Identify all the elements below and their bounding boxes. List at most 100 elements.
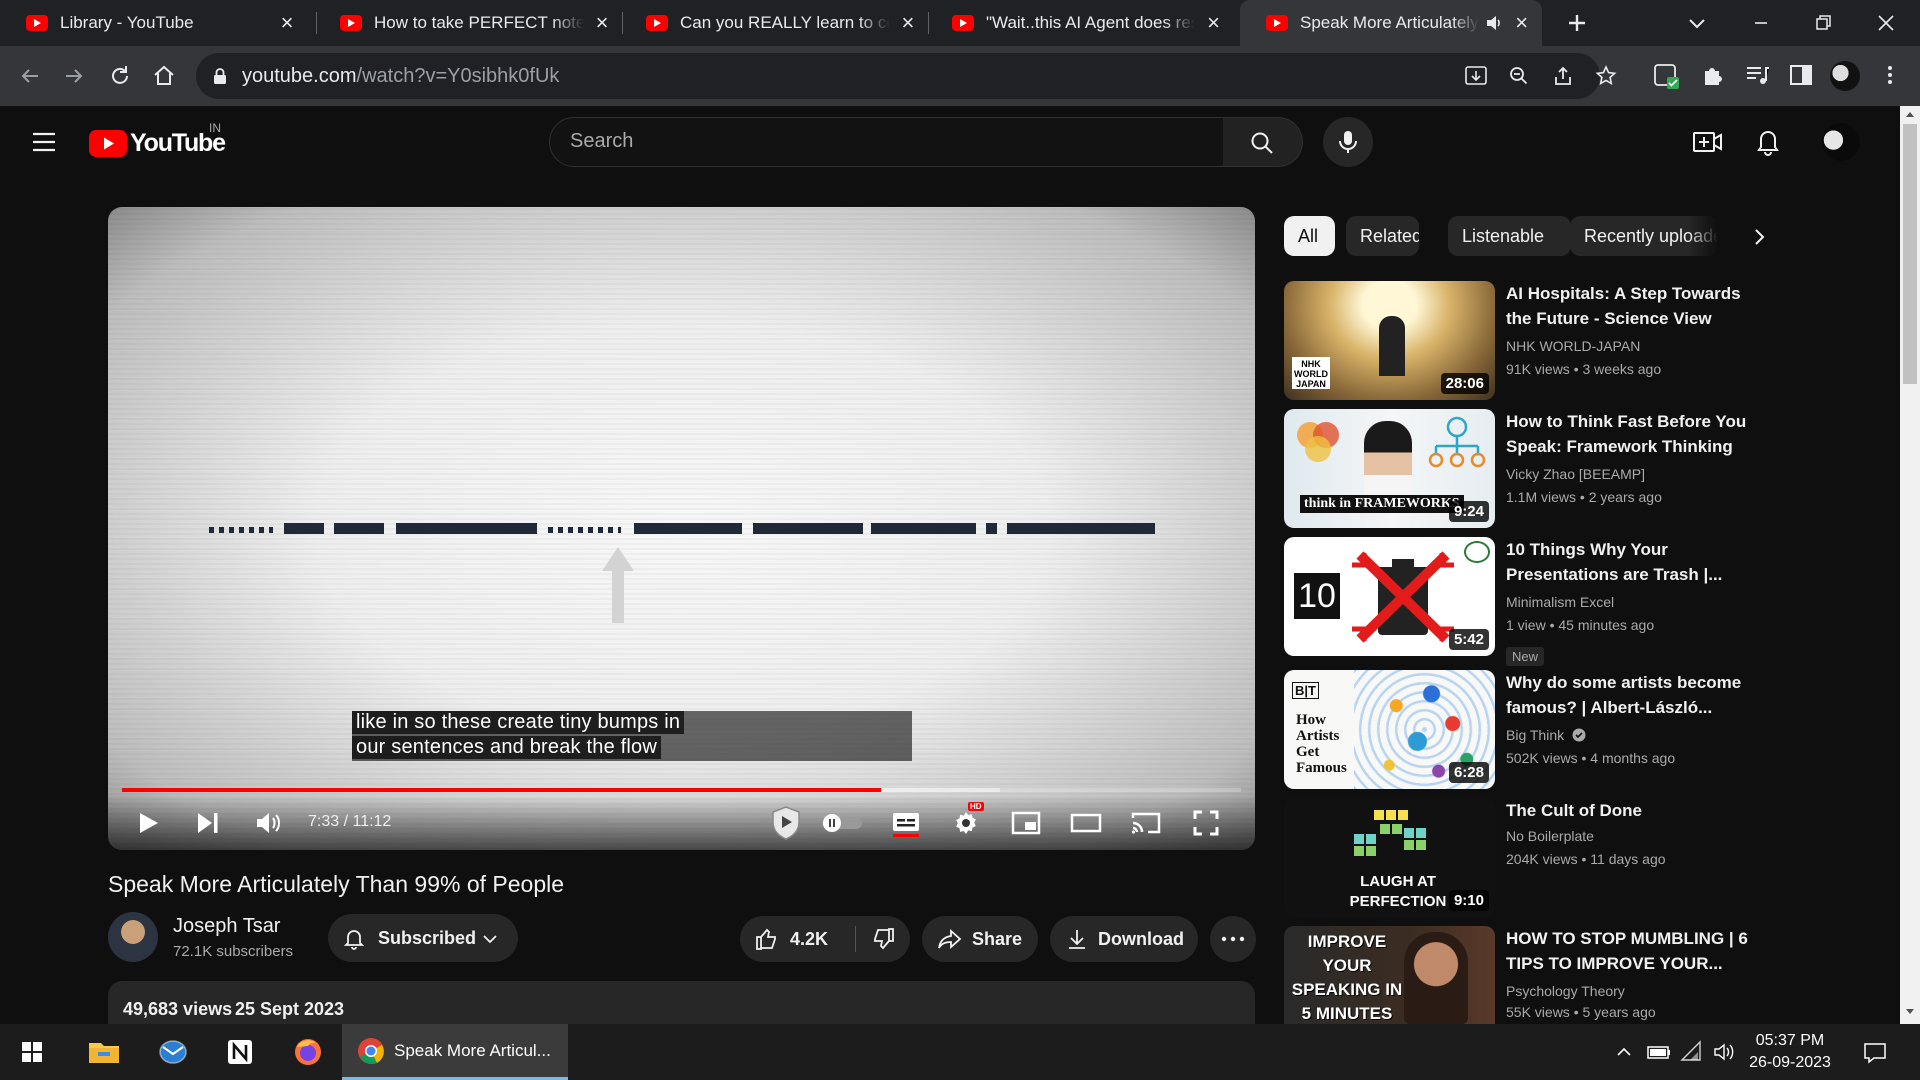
rec-channel[interactable]: Big Think — [1506, 727, 1586, 743]
browser-menu-icon[interactable] — [1880, 62, 1900, 88]
home-icon[interactable] — [150, 62, 178, 90]
new-tab-button[interactable] — [1562, 8, 1592, 38]
share-button[interactable]: Share — [922, 916, 1038, 962]
video-thumbnail[interactable]: LAUGH AT PERFECTION 9:10 — [1284, 798, 1495, 917]
file-explorer-icon[interactable] — [84, 1032, 124, 1072]
play-button[interactable] — [130, 805, 166, 841]
video-thumbnail[interactable]: IMPROVE YOUR SPEAKING IN 5 MINUTES — [1284, 926, 1495, 1024]
taskbar-clock[interactable]: 05:37 PM 26-09-2023 — [1740, 1030, 1840, 1074]
rec-title[interactable]: How to Think Fast Before You Speak: Fram… — [1506, 409, 1756, 459]
voice-search-button[interactable] — [1323, 117, 1373, 167]
share-page-icon[interactable] — [1552, 65, 1574, 87]
dislike-button[interactable] — [856, 916, 910, 962]
rec-title[interactable]: 10 Things Why Your Presentations are Tra… — [1506, 537, 1756, 587]
close-tab-icon[interactable]: × — [1513, 10, 1530, 36]
page-scrollbar[interactable] — [1900, 106, 1920, 1024]
restore-window-icon[interactable] — [1810, 10, 1836, 36]
video-player[interactable]: like in so these create tiny bumps in ou… — [108, 207, 1255, 850]
rec-title[interactable]: HOW TO STOP MUMBLING | 6 TIPS TO IMPROVE… — [1506, 926, 1754, 976]
autoplay-toggle[interactable] — [820, 805, 864, 841]
speaker-icon[interactable] — [1485, 14, 1503, 32]
rec-channel[interactable]: Vicky Zhao [BEEAMP] — [1506, 466, 1645, 482]
rec-channel[interactable]: No Boilerplate — [1506, 828, 1594, 844]
notion-icon[interactable] — [220, 1032, 260, 1072]
subtitles-button[interactable] — [888, 805, 924, 841]
chip-listenable[interactable]: Listenable — [1448, 216, 1571, 256]
chips-next-chevron-icon[interactable] — [1746, 224, 1772, 250]
settings-button[interactable]: HD — [948, 802, 984, 841]
recommendation-item[interactable]: think in FRAMEWORKS 9:24 How to Think Fa… — [1284, 409, 1754, 529]
notifications-button[interactable] — [1754, 126, 1782, 156]
install-app-icon[interactable] — [1464, 65, 1488, 87]
search-input[interactable] — [570, 130, 1190, 153]
scrollbar-thumb[interactable] — [1903, 124, 1917, 384]
channel-avatar[interactable] — [108, 912, 158, 962]
firefox-icon[interactable] — [288, 1032, 328, 1072]
side-panel-icon[interactable] — [1788, 62, 1814, 88]
chip-recently-uploaded[interactable]: Recently uploaded — [1570, 216, 1718, 256]
fullscreen-button[interactable] — [1188, 805, 1224, 841]
rec-channel[interactable]: Minimalism Excel — [1506, 594, 1614, 610]
volume-button[interactable] — [250, 805, 286, 841]
miniplayer-button[interactable] — [1008, 805, 1044, 841]
bookmark-star-icon[interactable] — [1594, 64, 1618, 88]
rec-title[interactable]: Why do some artists become famous? | Alb… — [1506, 670, 1756, 720]
back-arrow-icon[interactable] — [16, 62, 44, 90]
like-button[interactable]: 4.2K — [740, 916, 855, 962]
hamburger-menu-icon[interactable] — [30, 129, 58, 155]
rec-title[interactable]: The Cult of Done — [1506, 798, 1756, 823]
cast-button[interactable] — [1128, 805, 1164, 841]
youtube-logo[interactable]: YouTube IN — [89, 121, 229, 158]
recommendation-item[interactable]: B|T How Artists Get Famous 6:28 Why do s… — [1284, 670, 1754, 790]
download-button[interactable]: Download — [1050, 916, 1198, 962]
minimize-window-icon[interactable] — [1748, 10, 1774, 36]
browser-tab[interactable]: "Wait..this AI Agent does rese × — [926, 0, 1234, 46]
extension-check-icon[interactable] — [1652, 61, 1682, 91]
subscribed-button[interactable]: Subscribed — [328, 914, 518, 962]
close-tab-icon[interactable]: × — [278, 10, 296, 36]
lock-icon[interactable] — [212, 67, 228, 85]
rec-channel[interactable]: NHK WORLD-JAPAN — [1506, 338, 1640, 354]
zoom-icon[interactable] — [1508, 65, 1530, 87]
create-video-button[interactable] — [1692, 128, 1724, 156]
search-button[interactable] — [1223, 117, 1303, 167]
chip-all[interactable]: All — [1284, 216, 1335, 256]
recommendation-item[interactable]: LAUGH AT PERFECTION 9:10 The Cult of Don… — [1284, 798, 1754, 918]
more-actions-button[interactable] — [1210, 916, 1256, 962]
video-thumbnail[interactable]: NHK WORLD JAPAN 28:06 — [1284, 281, 1495, 400]
recommendation-item[interactable]: IMPROVE YOUR SPEAKING IN 5 MINUTES HOW T… — [1284, 926, 1754, 1024]
forward-arrow-icon[interactable] — [60, 62, 88, 90]
battery-icon[interactable] — [1646, 1042, 1672, 1062]
video-thumbnail[interactable]: B|T How Artists Get Famous 6:28 — [1284, 670, 1495, 789]
windows-start-icon[interactable] — [12, 1032, 52, 1072]
progress-bar[interactable] — [122, 788, 1241, 792]
account-avatar[interactable] — [1822, 123, 1860, 161]
rec-channel[interactable]: Psychology Theory — [1506, 983, 1625, 999]
recommendation-item[interactable]: NHK WORLD JAPAN 28:06 AI Hospitals: A St… — [1284, 281, 1754, 401]
close-window-icon[interactable] — [1873, 10, 1899, 36]
theater-mode-button[interactable] — [1068, 805, 1104, 841]
browser-tab[interactable]: Can you REALLY learn to code × — [620, 0, 928, 46]
close-tab-icon[interactable]: × — [594, 10, 610, 36]
channel-name[interactable]: Joseph Tsar — [173, 915, 280, 938]
sponsor-shield-button[interactable] — [768, 805, 804, 841]
recommendation-item[interactable]: 10 5:42 10 Things Why Your Presentations… — [1284, 537, 1756, 666]
video-thumbnail[interactable]: 10 5:42 — [1284, 537, 1495, 656]
chip-related[interactable]: Related — [1346, 216, 1419, 256]
volume-tray-icon[interactable] — [1712, 1040, 1736, 1064]
notification-center-icon[interactable] — [1862, 1040, 1888, 1066]
network-wifi-icon[interactable] — [1680, 1040, 1704, 1064]
browser-tab[interactable]: How to take PERFECT notes w × — [314, 0, 622, 46]
scroll-up-arrow-icon[interactable] — [1905, 110, 1915, 118]
scroll-down-arrow-icon[interactable] — [1905, 1008, 1915, 1016]
tab-search-chevron-icon[interactable] — [1684, 10, 1710, 36]
outlook-mail-icon[interactable] — [152, 1032, 192, 1072]
rec-title[interactable]: AI Hospitals: A Step Towards the Future … — [1506, 281, 1756, 331]
close-tab-icon[interactable]: × — [900, 10, 916, 36]
taskbar-chrome-app[interactable]: Speak More Articul... — [342, 1024, 568, 1080]
next-button[interactable] — [190, 805, 226, 841]
tray-chevron-up-icon[interactable] — [1614, 1042, 1634, 1062]
media-controls-icon[interactable] — [1744, 62, 1770, 88]
close-tab-icon[interactable]: × — [1205, 10, 1222, 36]
video-thumbnail[interactable]: think in FRAMEWORKS 9:24 — [1284, 409, 1495, 528]
